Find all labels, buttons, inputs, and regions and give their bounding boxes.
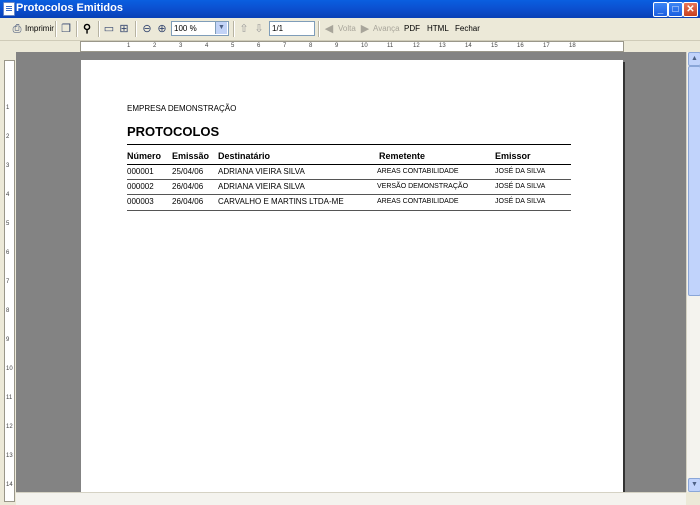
column-header-rule (127, 164, 571, 165)
back-button[interactable]: Volta (338, 21, 356, 37)
column-header-emissao: Emissão (172, 151, 210, 161)
column-header-numero: Número (127, 151, 162, 161)
toolbar-separator (55, 21, 56, 37)
table-cell: JOSÉ DA SILVA (495, 198, 546, 205)
ruler-number: 9 (6, 337, 10, 343)
ruler-number: 14 (6, 482, 13, 488)
table-cell: 000001 (127, 167, 154, 176)
ruler-number: 2 (153, 43, 157, 49)
ruler-number: 3 (6, 163, 10, 169)
column-header-emissor: Emissor (495, 151, 531, 161)
ruler-number: 3 (179, 43, 183, 49)
ruler-number: 1 (127, 43, 131, 49)
table-cell: AREAS CONTABILIDADE (377, 168, 459, 175)
table-cell: 000002 (127, 182, 154, 191)
ruler-number: 11 (6, 395, 13, 401)
ruler-number: 9 (335, 43, 339, 49)
company-name: EMPRESA DEMONSTRAÇÃO (127, 104, 237, 113)
toolbar-separator (76, 21, 77, 37)
ruler-number: 1 (6, 105, 10, 111)
table-cell: 25/04/06 (172, 167, 204, 176)
back-icon[interactable]: ◀ (323, 23, 335, 35)
scroll-up-icon[interactable]: ▲ (688, 52, 700, 66)
table-cell: JOSÉ DA SILVA (495, 168, 546, 175)
full-page-icon[interactable]: ⊞ (118, 23, 130, 35)
ruler-number: 11 (387, 43, 394, 49)
ruler-number: 14 (465, 43, 472, 49)
ruler-number: 2 (6, 134, 10, 140)
chevron-down-icon[interactable]: ▼ (215, 22, 227, 34)
table-cell: ADRIANA VIEIRA SILVA (218, 167, 305, 176)
ruler-number: 12 (6, 424, 13, 430)
ruler-number: 5 (6, 221, 10, 227)
ruler-number: 6 (6, 250, 10, 256)
row-divider (127, 179, 571, 180)
minimize-button[interactable]: _ (653, 2, 668, 17)
header-rule (127, 144, 571, 145)
window-title: Protocolos Emitidos (16, 2, 123, 14)
forward-button[interactable]: Avança (373, 21, 400, 37)
close-window-button[interactable]: ✕ (683, 2, 698, 17)
title-bar: Protocolos Emitidos _ □ ✕ (0, 0, 700, 18)
ruler-number: 8 (309, 43, 313, 49)
ruler-number: 4 (6, 192, 10, 198)
page-number-input[interactable]: 1/1 (269, 21, 315, 36)
copy-icon[interactable]: ❐ (60, 23, 72, 35)
find-icon[interactable]: ⚲ (81, 23, 93, 35)
horizontal-scrollbar[interactable] (16, 492, 686, 505)
forward-icon[interactable]: ▶ (359, 23, 371, 35)
maximize-button[interactable]: □ (668, 2, 683, 17)
ruler-number: 5 (231, 43, 235, 49)
column-header-destinatario: Destinatário (218, 151, 271, 161)
prev-page-icon[interactable]: ⇧ (238, 23, 250, 35)
ruler-number: 15 (491, 43, 498, 49)
horizontal-ruler: 1 2 3 4 5 6 7 8 9 10 11 12 13 14 15 16 17 18 (80, 41, 624, 52)
column-header-remetente: Remetente (379, 151, 426, 161)
page-width-icon[interactable]: ▭ (103, 23, 115, 35)
zoom-in-icon[interactable]: ⊕ (156, 23, 168, 35)
table-cell: VERSÃO DEMONSTRAÇÃO (377, 183, 469, 190)
pdf-export-button[interactable]: PDF (404, 21, 420, 37)
report-page: EMPRESA DEMONSTRAÇÃO PROTOCOLOS Número E… (81, 60, 623, 500)
html-export-button[interactable]: HTML (427, 21, 449, 37)
toolbar-separator (98, 21, 99, 37)
close-preview-button[interactable]: Fechar (455, 21, 480, 37)
print-icon[interactable]: ⎙ (11, 23, 23, 35)
ruler-number: 16 (517, 43, 524, 49)
table-cell: AREAS CONTABILIDADE (377, 198, 459, 205)
row-divider (127, 194, 571, 195)
next-page-icon[interactable]: ⇩ (253, 23, 265, 35)
ruler-number: 18 (569, 43, 576, 49)
vertical-scrollbar[interactable]: ▲ ▼ (686, 52, 700, 492)
table-cell: JOSÉ DA SILVA (495, 183, 546, 190)
toolbar-separator (135, 21, 136, 37)
toolbar-separator (233, 21, 234, 37)
ruler-number: 12 (413, 43, 420, 49)
table-cell: CARVALHO E MARTINS LTDA-ME (218, 197, 344, 206)
report-title: PROTOCOLOS (127, 124, 220, 139)
table-cell: 26/04/06 (172, 197, 204, 206)
ruler-number: 17 (543, 43, 550, 49)
print-button[interactable]: Imprimir (25, 21, 54, 37)
ruler-number: 10 (6, 366, 13, 372)
scrollbar-thumb[interactable] (688, 66, 700, 296)
table-cell: ADRIANA VIEIRA SILVA (218, 182, 305, 191)
table-cell: 26/04/06 (172, 182, 204, 191)
scroll-down-icon[interactable]: ▼ (688, 478, 700, 492)
ruler-number: 8 (6, 308, 10, 314)
ruler-number: 7 (283, 43, 287, 49)
table-cell: 000003 (127, 197, 154, 206)
ruler-number: 10 (361, 43, 368, 49)
ruler-number: 6 (257, 43, 261, 49)
vertical-ruler: 1 2 3 4 5 6 7 8 9 10 11 12 13 14 (4, 60, 15, 502)
ruler-number: 4 (205, 43, 209, 49)
row-divider (127, 210, 571, 211)
zoom-out-icon[interactable]: ⊖ (141, 23, 153, 35)
ruler-number: 7 (6, 279, 10, 285)
ruler-number: 13 (439, 43, 446, 49)
ruler-number: 13 (6, 453, 13, 459)
toolbar-separator (318, 21, 319, 37)
document-app-icon (3, 2, 15, 16)
